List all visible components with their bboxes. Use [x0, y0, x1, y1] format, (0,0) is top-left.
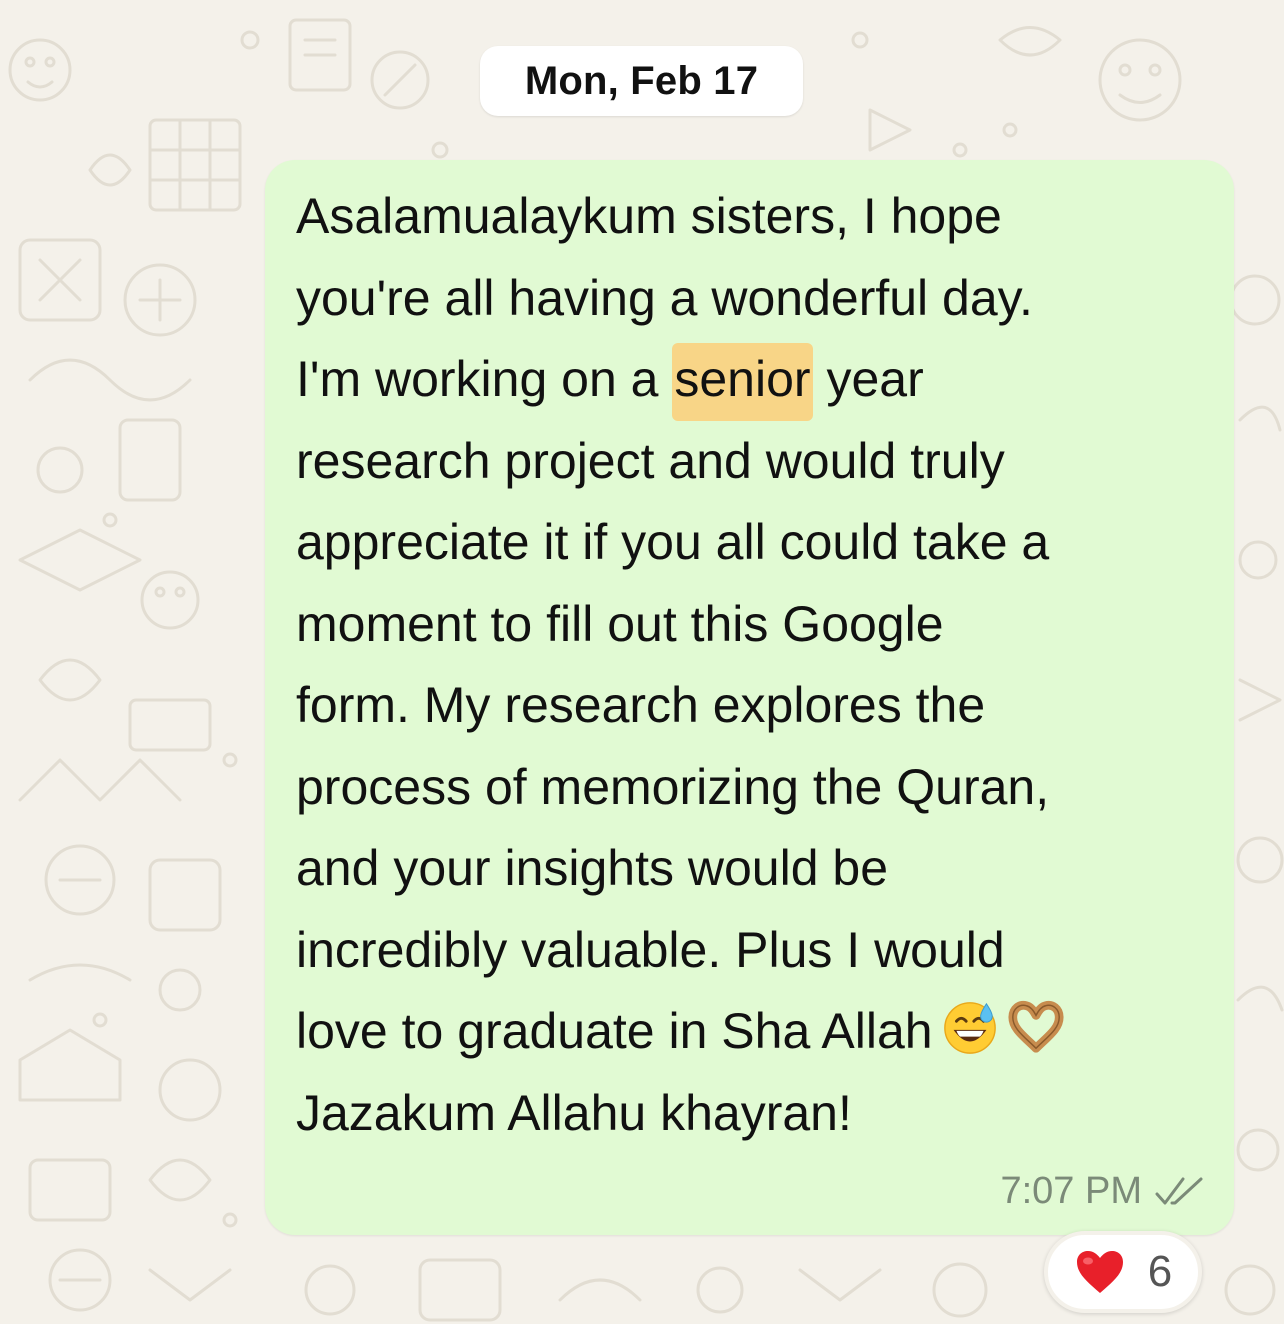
double-check-icon [1155, 1177, 1203, 1204]
message-time: 7:07 PM [1000, 1170, 1142, 1212]
message-line: love to graduate in Sha Allah [296, 991, 1216, 1073]
message-line: Asalamualaykum sisters, I hope [296, 188, 1002, 244]
highlighted-word: senior [672, 343, 813, 421]
message-segment: love to graduate in Sha Allah [296, 1003, 933, 1059]
message-line: appreciate it if you all could take a [296, 514, 1050, 570]
reaction-count: 6 [1147, 1247, 1173, 1296]
message-bubble[interactable]: Asalamualaykum sisters, I hope you're al… [265, 160, 1234, 1235]
message-line: process of memorizing the Quran, [296, 758, 1050, 815]
message-segment: year [812, 351, 924, 407]
red-heart-icon [1076, 1251, 1123, 1293]
message-segment: I'm working on a [296, 351, 673, 407]
reaction-badge[interactable]: 6 [1044, 1231, 1202, 1313]
date-separator: Mon, Feb 17 [480, 46, 803, 116]
message-line: moment to fill out this Google [296, 595, 944, 652]
message-text: Asalamualaykum sisters, I hope you're al… [296, 176, 1216, 1154]
message-line: Jazakum Allahu khayran! [296, 1084, 852, 1141]
message-line: you're all having a wonderful day. [296, 269, 1033, 326]
heart-hands-emoji-icon [1008, 1000, 1064, 1053]
message-line: I'm working on a senior year [296, 339, 1216, 421]
grinning-sweat-emoji-icon [943, 1002, 996, 1054]
message-line: and your insights would be [296, 840, 889, 896]
date-separator-label: Mon, Feb 17 [524, 58, 759, 103]
message-line: incredibly valuable. Plus I would [296, 921, 1005, 978]
message-line: form. My research explores the [296, 677, 986, 733]
message-meta: 7:07 PM [1000, 1170, 1208, 1213]
message-line: research project and would truly [296, 432, 1005, 489]
